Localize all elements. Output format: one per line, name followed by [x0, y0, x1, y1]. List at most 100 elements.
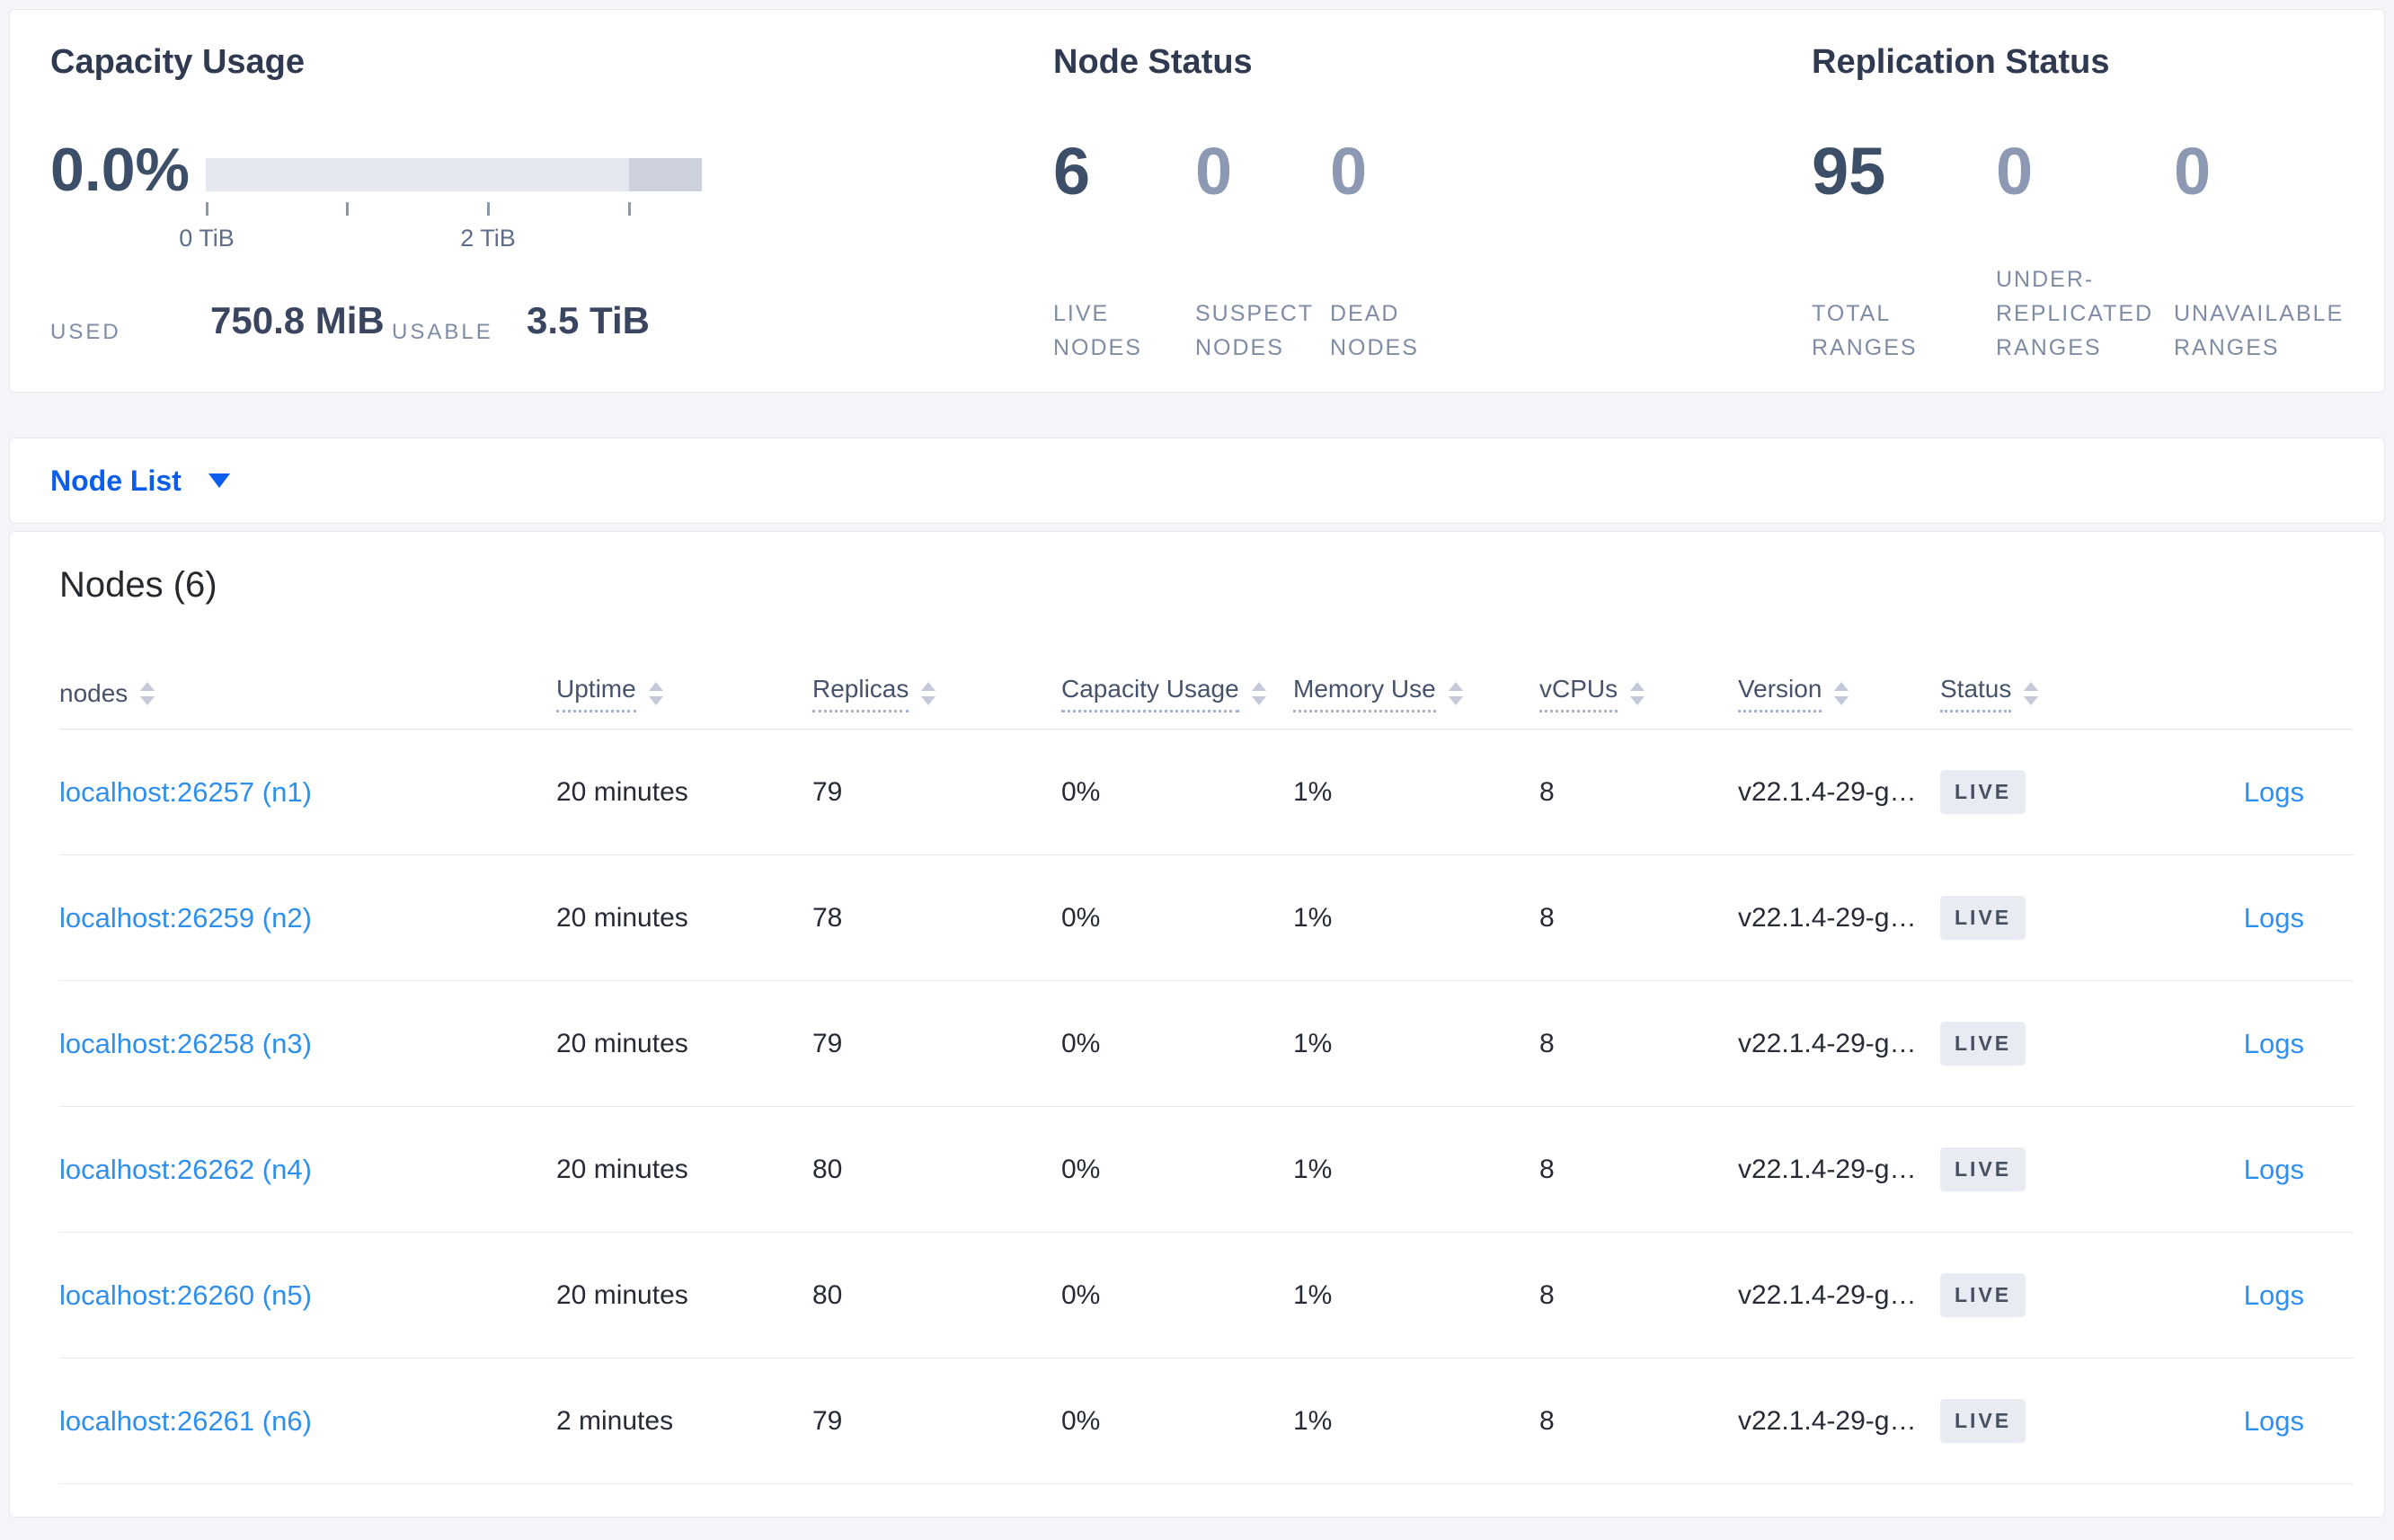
axis-tick — [346, 202, 349, 216]
metric-value: 0 — [1996, 134, 2034, 208]
uptime-cell: 20 minutes — [556, 902, 688, 933]
sort-icon — [921, 681, 936, 705]
replicas-cell: 79 — [812, 776, 843, 807]
vcpus-cell: 8 — [1539, 1154, 1555, 1184]
replicas-cell: 80 — [812, 1154, 843, 1184]
metric-value: 95 — [1812, 134, 1886, 208]
memory-use-cell: 1% — [1293, 1279, 1333, 1310]
node-status-title: Node Status — [1053, 43, 1253, 81]
node-table-body: localhost:26257 (n1) 20 minutes 79 0% 1%… — [59, 730, 2354, 1484]
column-header[interactable]: Uptime — [556, 675, 812, 712]
vcpus-cell: 8 — [1539, 1405, 1555, 1436]
vcpus-cell: 8 — [1539, 1279, 1555, 1310]
capacity-usage-cell: 0% — [1061, 1154, 1101, 1184]
metric-value: 0 — [2174, 134, 2212, 208]
node-table-row: localhost:26257 (n1) 20 minutes 79 0% 1%… — [59, 730, 2354, 855]
column-header[interactable]: Capacity Usage — [1061, 675, 1293, 712]
logs-link[interactable]: Logs — [2244, 1279, 2304, 1311]
node-address-link[interactable]: localhost:26258 (n3) — [59, 1028, 312, 1059]
capacity-bar-nonusable-segment — [628, 158, 702, 191]
axis-tick-label: 0 TiB — [179, 225, 235, 252]
replicas-cell: 79 — [812, 1405, 843, 1436]
uptime-cell: 20 minutes — [556, 1154, 688, 1184]
node-status-section: Node Status 6 0 0 LIVE NODES SUSPECT NODES DEAD… — [1053, 10, 1772, 392]
version-cell: v22.1.4-29-g… — [1738, 1279, 1917, 1310]
capacity-usage-cell: 0% — [1061, 776, 1101, 807]
status-badge: LIVE — [1940, 1147, 2026, 1191]
caret-down-icon — [208, 474, 230, 488]
replicas-cell: 80 — [812, 1279, 843, 1310]
node-table-row: localhost:26261 (n6) 2 minutes 79 0% 1% … — [59, 1359, 2354, 1484]
node-table-row: localhost:26262 (n4) 20 minutes 80 0% 1%… — [59, 1107, 2354, 1233]
axis-tick — [206, 202, 208, 216]
axis-tick — [487, 202, 490, 216]
memory-use-cell: 1% — [1293, 1154, 1333, 1184]
node-address-link[interactable]: localhost:26262 (n4) — [59, 1154, 312, 1185]
used-value: 750.8 MiB — [210, 299, 385, 341]
node-table-row: localhost:26258 (n3) 20 minutes 79 0% 1%… — [59, 981, 2354, 1107]
capacity-usage-cell: 0% — [1061, 1279, 1101, 1310]
version-cell: v22.1.4-29-g… — [1738, 902, 1917, 933]
vcpus-cell: 8 — [1539, 776, 1555, 807]
logs-link[interactable]: Logs — [2244, 1028, 2304, 1059]
memory-use-cell: 1% — [1293, 776, 1333, 807]
column-header[interactable]: Replicas — [812, 675, 1061, 712]
nodes-section-title: Nodes (6) — [59, 565, 217, 605]
logs-link[interactable]: Logs — [2244, 776, 2304, 808]
node-table-header: nodes Uptime Replicas Capacity Usage Mem… — [59, 658, 2354, 730]
uptime-cell: 20 minutes — [556, 1028, 688, 1058]
view-selector-bar: Node List — [9, 438, 2385, 524]
axis-tick-label: 2 TiB — [460, 225, 516, 252]
used-label: USED — [50, 320, 121, 344]
version-cell: v22.1.4-29-g… — [1738, 1405, 1917, 1436]
metric-label: LIVE NODES — [1053, 301, 1142, 360]
column-header[interactable]: Version — [1738, 675, 1940, 712]
node-table-row: localhost:26260 (n5) 20 minutes 80 0% 1%… — [59, 1233, 2354, 1359]
cluster-summary-card: Capacity Usage 0.0% 0 TiB 2 TiB USED 750… — [9, 9, 2385, 393]
column-header[interactable]: Memory Use — [1293, 675, 1539, 712]
node-address-link[interactable]: localhost:26260 (n5) — [59, 1279, 312, 1311]
node-address-link[interactable]: localhost:26257 (n1) — [59, 776, 312, 808]
metric-label: DEAD NODES — [1330, 301, 1419, 360]
capacity-percent-value: 0.0% — [50, 136, 190, 204]
node-list-dropdown-label: Node List — [50, 464, 182, 497]
metric-value: 6 — [1053, 134, 1091, 208]
capacity-usage-cell: 0% — [1061, 1028, 1101, 1058]
logs-link[interactable]: Logs — [2244, 1154, 2304, 1185]
vcpus-cell: 8 — [1539, 902, 1555, 933]
logs-link[interactable]: Logs — [2244, 902, 2304, 934]
column-header[interactable]: vCPUs — [1539, 675, 1738, 712]
logs-link[interactable]: Logs — [2244, 1405, 2304, 1437]
status-badge: LIVE — [1940, 770, 2026, 814]
replication-status-section: Replication Status 95 0 0 TOTAL RANGES UNDER-… — [1812, 10, 2387, 392]
sort-icon — [140, 681, 155, 705]
capacity-bar-chart: 0 TiB 2 TiB — [179, 158, 702, 257]
replicas-cell: 79 — [812, 1028, 843, 1058]
sort-icon — [1251, 681, 1266, 705]
status-badge: LIVE — [1940, 1273, 2026, 1317]
column-header[interactable]: Status — [1940, 675, 2160, 712]
metric-label: SUSPECT NODES — [1195, 301, 1315, 360]
uptime-cell: 20 minutes — [556, 776, 688, 807]
status-badge: LIVE — [1940, 1399, 2026, 1443]
replicas-cell: 78 — [812, 902, 843, 933]
metric-label: TOTAL RANGES — [1812, 301, 1918, 360]
capacity-usage-cell: 0% — [1061, 902, 1101, 933]
capacity-bar — [206, 158, 702, 191]
sort-icon — [1834, 681, 1849, 705]
version-cell: v22.1.4-29-g… — [1738, 1028, 1917, 1058]
column-header[interactable]: nodes — [59, 679, 556, 708]
node-list-dropdown[interactable]: Node List — [50, 465, 230, 498]
replication-status-metrics: 95 0 0 TOTAL RANGES UNDER- REPLICATED RANGES UNA… — [1812, 136, 2344, 365]
usable-value: 3.5 TiB — [527, 299, 650, 341]
node-address-link[interactable]: localhost:26261 (n6) — [59, 1405, 312, 1437]
sort-icon — [1630, 681, 1645, 705]
node-address-link[interactable]: localhost:26259 (n2) — [59, 902, 312, 934]
vcpus-cell: 8 — [1539, 1028, 1555, 1058]
memory-use-cell: 1% — [1293, 902, 1333, 933]
memory-use-cell: 1% — [1293, 1405, 1333, 1436]
sort-icon — [1448, 681, 1463, 705]
status-badge: LIVE — [1940, 1022, 2026, 1066]
node-table-row: localhost:26259 (n2) 20 minutes 78 0% 1%… — [59, 855, 2354, 981]
metric-value: 0 — [1330, 134, 1368, 208]
